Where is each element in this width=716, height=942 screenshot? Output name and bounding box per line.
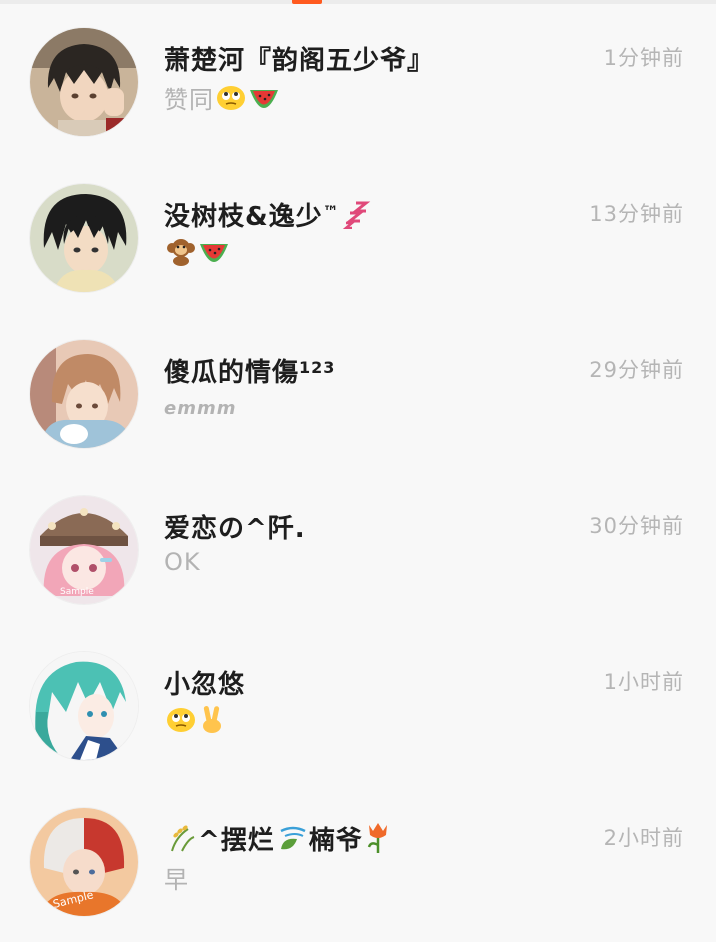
monkey-icon <box>166 236 196 272</box>
contact-name: 爱恋の^阡. <box>164 508 306 545</box>
avatar[interactable] <box>30 184 138 292</box>
avatar[interactable] <box>30 340 138 448</box>
timestamp: 2小时前 <box>603 826 684 850</box>
avatar[interactable] <box>30 28 138 136</box>
top-divider <box>0 0 716 4</box>
avatar-image <box>30 184 138 292</box>
contact-name-text: 萧楚河『韵阁五少爷』 <box>164 46 435 76</box>
message-text: emmm <box>164 398 237 419</box>
watermelon-icon <box>248 86 280 118</box>
message-text: 早 <box>164 866 189 894</box>
timestamp: 1小时前 <box>603 670 684 694</box>
message-preview: OK <box>164 548 201 576</box>
contact-name: 傻瓜的情傷123 <box>164 352 335 389</box>
conversation-row[interactable]: Sample ^摆烂 楠爷 早 2小时前 <box>0 786 716 942</box>
timestamp: 13分钟前 <box>589 202 684 226</box>
contact-name: 萧楚河『韵阁五少爷』 <box>164 40 434 77</box>
contact-name-text: 傻瓜的情傷 <box>164 358 300 388</box>
avatar[interactable]: Sample <box>30 808 138 916</box>
tab-indicator <box>292 0 322 4</box>
timestamp: 1分钟前 <box>603 46 684 70</box>
message-preview: 早 <box>164 860 189 895</box>
conversation-list: 萧楚河『韵阁五少爷』 赞同 1分钟前 没树枝&逸少™ 13分钟前 傻瓜的情傷12… <box>0 6 716 942</box>
conversation-row[interactable]: 傻瓜的情傷123 emmm 29分钟前 <box>0 318 716 474</box>
sleep-zzz-icon <box>342 199 372 236</box>
message-text: OK <box>164 548 201 576</box>
contact-name: 小忽悠 <box>164 664 245 701</box>
contact-name-text: ^摆烂 <box>198 826 275 856</box>
message-preview: 赞同 <box>164 80 280 118</box>
contact-name-text: 没树枝&逸少 <box>164 202 323 232</box>
avatar-image <box>30 652 138 760</box>
message-preview <box>164 236 230 272</box>
conversation-row[interactable]: 萧楚河『韵阁五少爷』 赞同 1分钟前 <box>0 6 716 162</box>
contact-name: ^摆烂 楠爷 <box>164 820 391 860</box>
conversation-row[interactable]: 没树枝&逸少™ 13分钟前 <box>0 162 716 318</box>
contact-name-middle: 楠爷 <box>308 826 363 856</box>
avatar-image: Sample <box>30 808 138 916</box>
message-preview: emmm <box>164 398 236 419</box>
rice-icon <box>166 823 198 860</box>
avatar-image <box>30 340 138 448</box>
conversation-row[interactable]: Sample 爱恋の^阡. OK 30分钟前 <box>0 474 716 630</box>
contact-name-text: 小忽悠 <box>164 670 246 700</box>
message-text: 赞同 <box>164 86 214 114</box>
victory-hand-icon <box>198 704 226 740</box>
trademark-suffix: ™ <box>322 202 340 221</box>
avatar[interactable] <box>30 652 138 760</box>
avatar[interactable]: Sample <box>30 496 138 604</box>
tulip-icon <box>365 821 391 860</box>
avatar-watermark: Sample <box>60 587 94 597</box>
timestamp: 30分钟前 <box>589 514 684 538</box>
conversation-row[interactable]: 小忽悠 1小时前 <box>0 630 716 786</box>
timestamp: 29分钟前 <box>589 358 684 382</box>
avatar-image <box>30 28 138 136</box>
contact-name: 没树枝&逸少™ <box>164 196 372 236</box>
name-suffix: 123 <box>299 358 336 377</box>
message-preview <box>164 704 226 740</box>
avatar-image: Sample <box>30 496 138 604</box>
watermelon-icon <box>198 240 230 272</box>
leaf-wind-icon <box>277 823 309 860</box>
contact-name-text: 爱恋の^阡. <box>164 514 306 544</box>
eyeroll-emoji-icon <box>166 706 196 740</box>
eyeroll-emoji-icon <box>216 84 246 118</box>
